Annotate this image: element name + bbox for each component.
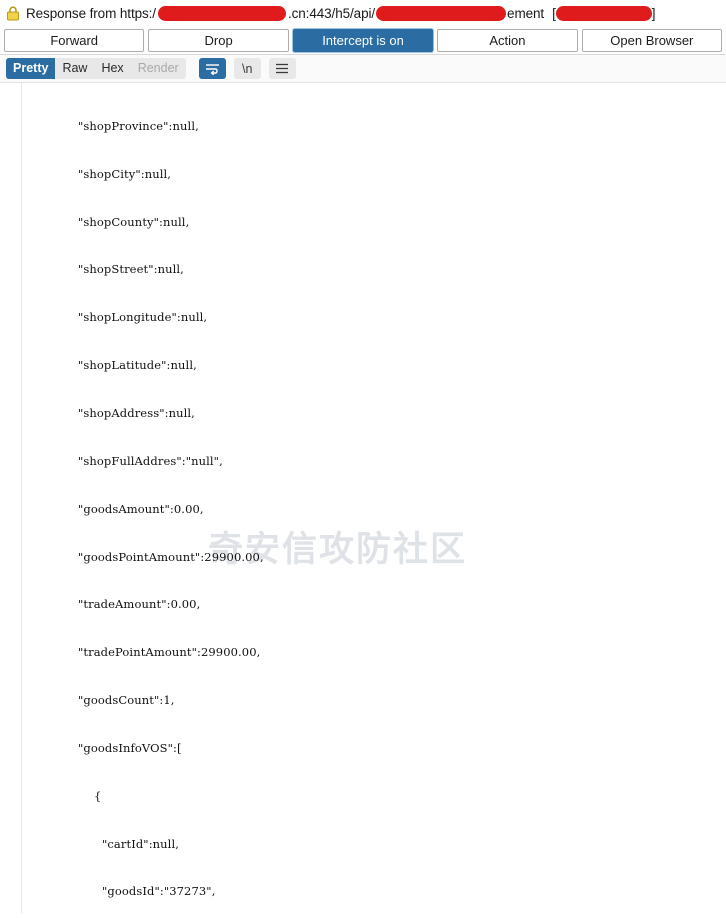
open-browser-button[interactable]: Open Browser — [581, 28, 723, 52]
intercept-toggle-button[interactable]: Intercept is on — [292, 28, 434, 52]
json-code-block: "shopProvince":null, "shopCity":null, "s… — [0, 87, 726, 913]
action-button[interactable]: Action — [437, 28, 578, 52]
code-line: "shopStreet":null, — [78, 262, 184, 277]
code-line: "goodsAmount":0.00, — [78, 501, 204, 516]
menu-icon[interactable] — [268, 58, 296, 79]
newline-icon[interactable]: \n — [233, 58, 261, 79]
forward-button[interactable]: Forward — [4, 28, 145, 52]
code-line: "shopFullAddres":"null", — [78, 453, 223, 468]
code-line: "cartId":null, — [102, 836, 179, 851]
word-wrap-icon[interactable] — [198, 58, 226, 79]
code-line: "goodsInfoVOS":[ — [78, 740, 182, 755]
titlebar-mid2: ement — [507, 5, 545, 21]
drop-button[interactable]: Drop — [148, 28, 289, 52]
titlebar-bracket-close: ] — [651, 5, 656, 21]
newline-icon-label: \n — [241, 61, 253, 76]
lock-icon — [6, 5, 20, 21]
titlebar-prefix: Response from https:/ — [26, 5, 156, 21]
code-line: "tradeAmount":0.00, — [78, 597, 201, 612]
code-line: "goodsCount":1, — [78, 693, 175, 708]
redaction-id — [555, 5, 652, 21]
code-line: "shopLatitude":null, — [78, 358, 197, 373]
titlebar-mid1: .cn:443/h5/api/ — [287, 5, 376, 21]
code-line: "shopAddress":null, — [78, 405, 195, 420]
code-line: "shopProvince":null, — [78, 118, 199, 133]
message-view-toolbar: Pretty Raw Hex Render \n — [0, 55, 726, 83]
code-line: "shopCounty":null, — [78, 214, 190, 229]
tab-hex[interactable]: Hex — [94, 58, 130, 79]
code-line: "shopLongitude":null, — [78, 310, 208, 325]
code-line: "goodsPointAmount":29900.00, — [78, 549, 264, 564]
tab-raw[interactable]: Raw — [55, 58, 94, 79]
view-mode-segmented-control: Pretty Raw Hex Render — [6, 58, 186, 79]
redaction-path — [376, 5, 507, 21]
tab-render: Render — [137, 61, 179, 75]
intercept-action-bar: Forward Drop Intercept is on Action Open… — [0, 26, 726, 54]
code-line: { — [94, 788, 102, 803]
redaction-host — [157, 5, 286, 21]
response-body-viewer[interactable]: 奇安信攻防社区 "shopProvince":null, "shopCity":… — [0, 83, 726, 913]
code-line: "tradePointAmount":29900.00, — [78, 645, 261, 660]
tab-pretty[interactable]: Pretty — [6, 58, 56, 79]
response-titlebar: Response from https:/ .cn:443/h5/api/ em… — [0, 0, 726, 26]
code-line: "shopCity":null, — [78, 166, 172, 181]
code-line: "goodsId":"37273", — [102, 884, 216, 899]
